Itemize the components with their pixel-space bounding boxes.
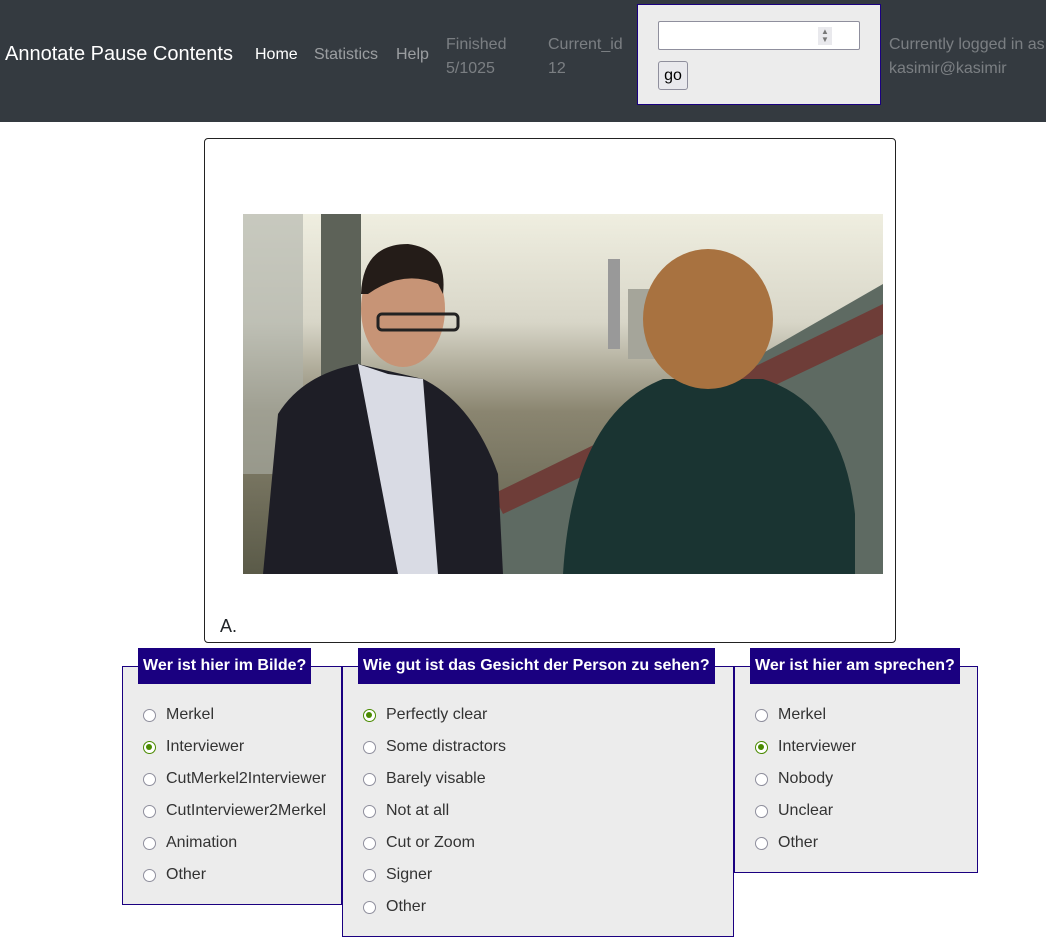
finished-counter: Finished 5/1025 [446, 33, 506, 81]
nav-statistics[interactable]: Statistics [314, 46, 378, 64]
question-title: Wer ist hier am sprechen? [750, 648, 960, 684]
radio-button[interactable] [143, 836, 156, 850]
radio-label: Unclear [778, 802, 834, 819]
question-face-visibility: Wie gut ist das Gesicht der Person zu se… [342, 648, 734, 937]
radio-option[interactable]: CutMerkel2Interviewer [143, 768, 326, 790]
radio-label: Nobody [778, 770, 834, 787]
radio-button[interactable] [143, 772, 156, 786]
navbar: Annotate Pause Contents Home Statistics … [0, 0, 1046, 122]
nav-home[interactable]: Home [255, 46, 298, 64]
question-who-speaking: Wer ist hier am sprechen? Merkel Intervie… [734, 648, 978, 873]
radio-label: Cut or Zoom [386, 834, 475, 851]
radio-option[interactable]: Other [755, 832, 818, 854]
goto-id-form: ▲ ▼ go [637, 4, 881, 105]
video-still [243, 214, 883, 574]
radio-label: CutInterviewer2Merkel [166, 802, 327, 819]
radio-button[interactable] [363, 708, 376, 722]
radio-option[interactable]: Interviewer [143, 736, 244, 758]
question-title: Wer ist hier im Bilde? [138, 648, 312, 684]
radio-button[interactable] [143, 868, 156, 882]
radio-label: Animation [166, 834, 238, 851]
logged-in-label: Currently logged in as [889, 36, 1045, 53]
radio-button[interactable] [143, 740, 156, 754]
finished-value: 5/1025 [446, 60, 495, 77]
radio-label: Interviewer [166, 738, 245, 755]
radio-button[interactable] [363, 900, 376, 914]
radio-option[interactable]: Nobody [755, 768, 833, 790]
question-title: Wie gut ist das Gesicht der Person zu se… [358, 648, 715, 684]
radio-label: Perfectly clear [386, 706, 488, 723]
radio-label: Not at all [386, 802, 450, 819]
radio-option[interactable]: Not at all [363, 800, 449, 822]
radio-label: Barely visable [386, 770, 486, 787]
radio-label: Other [386, 898, 427, 915]
radio-option[interactable]: Cut or Zoom [363, 832, 475, 854]
spinner-icon[interactable]: ▲ ▼ [818, 27, 832, 45]
radio-option[interactable]: Interviewer [755, 736, 856, 758]
nav-help[interactable]: Help [396, 46, 429, 64]
radio-button[interactable] [755, 804, 768, 818]
current-id: Current_id 12 [548, 33, 623, 81]
radio-option[interactable]: Perfectly clear [363, 704, 487, 726]
username: kasimir@kasimir [889, 60, 1007, 77]
current-id-value: 12 [548, 60, 566, 77]
radio-label: Signer [386, 866, 433, 883]
radio-button[interactable] [363, 772, 376, 786]
radio-option[interactable]: Some distractors [363, 736, 506, 758]
radio-label: Interviewer [778, 738, 857, 755]
radio-button[interactable] [363, 836, 376, 850]
radio-button[interactable] [143, 708, 156, 722]
video-frame [243, 214, 883, 574]
radio-label: Merkel [778, 706, 827, 723]
radio-option[interactable]: Other [143, 864, 206, 886]
radio-label: Merkel [166, 706, 215, 723]
brand-title[interactable]: Annotate Pause Contents [5, 43, 233, 66]
radio-option[interactable]: Unclear [755, 800, 833, 822]
frame-caption: A. [220, 616, 238, 636]
radio-button[interactable] [755, 836, 768, 850]
radio-button[interactable] [363, 804, 376, 818]
radio-option[interactable]: Merkel [143, 704, 214, 726]
go-button[interactable]: go [658, 61, 688, 90]
radio-button[interactable] [363, 740, 376, 754]
radio-option[interactable]: Animation [143, 832, 237, 854]
radio-option[interactable]: Merkel [755, 704, 826, 726]
radio-button[interactable] [755, 740, 768, 754]
radio-label: CutMerkel2Interviewer [166, 770, 327, 787]
finished-label: Finished [446, 36, 507, 53]
radio-option[interactable]: Other [363, 896, 426, 918]
radio-option[interactable]: Barely visable [363, 768, 486, 790]
login-status: Currently logged in as kasimir@kasimir [889, 33, 1045, 81]
radio-button[interactable] [143, 804, 156, 818]
radio-label: Other [778, 834, 819, 851]
radio-label: Other [166, 866, 207, 883]
radio-option[interactable]: CutInterviewer2Merkel [143, 800, 326, 822]
current-id-label: Current_id [548, 36, 623, 53]
frame-card: A. [204, 138, 896, 643]
radio-label: Some distractors [386, 738, 507, 755]
radio-option[interactable]: Signer [363, 864, 432, 886]
radio-button[interactable] [363, 868, 376, 882]
radio-button[interactable] [755, 772, 768, 786]
radio-button[interactable] [755, 708, 768, 722]
question-who-in-picture: Wer ist hier im Bilde? Merkel Interviewer… [122, 648, 342, 905]
